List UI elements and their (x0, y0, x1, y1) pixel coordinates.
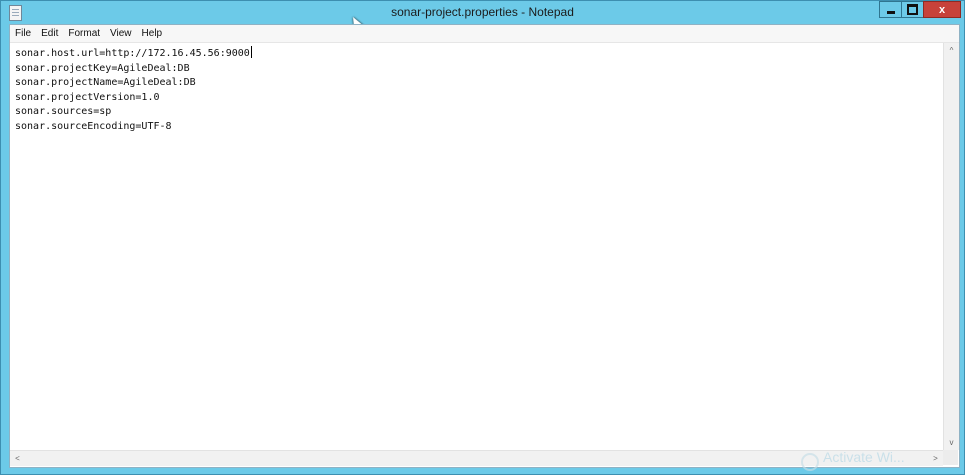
minimize-icon (886, 10, 895, 14)
close-icon: x (938, 3, 946, 16)
text-line: sonar.host.url=http://172.16.45.56:9000 (15, 46, 252, 59)
maximize-button[interactable] (901, 1, 924, 18)
window-title: sonar-project.properties - Notepad (391, 5, 574, 19)
activation-watermark: Activate Wi... (823, 449, 905, 465)
menu-help[interactable]: Help (137, 28, 168, 39)
menu-file[interactable]: File (10, 28, 36, 39)
scroll-up-icon[interactable]: ^ (944, 43, 959, 58)
notepad-window: sonar-project.properties - Notepad x Fil… (0, 0, 965, 475)
minimize-button[interactable] (879, 1, 902, 18)
text-line: sonar.projectKey=AgileDeal:DB (15, 62, 190, 74)
menu-bar: File Edit Format View Help (10, 25, 959, 43)
text-line: sonar.sourceEncoding=UTF-8 (15, 120, 172, 132)
scroll-right-icon[interactable]: > (928, 451, 943, 466)
maximize-icon (907, 4, 918, 15)
text-caret (250, 46, 252, 58)
menu-format[interactable]: Format (63, 28, 105, 39)
title-bar[interactable]: sonar-project.properties - Notepad x (1, 1, 964, 24)
text-line: sonar.sources=sp (15, 106, 112, 117)
vertical-scrollbar[interactable]: ^ v (943, 43, 959, 450)
menu-view[interactable]: View (105, 28, 137, 39)
scroll-left-icon[interactable]: < (10, 451, 25, 466)
scroll-down-icon[interactable]: v (944, 435, 959, 450)
notepad-client: File Edit Format View Help sonar.host.ur… (9, 24, 960, 468)
menu-edit[interactable]: Edit (36, 28, 63, 39)
text-editor[interactable]: sonar.host.url=http://172.16.45.56:9000 … (10, 43, 943, 450)
text-line: sonar.projectName=AgileDeal:DB (15, 77, 196, 88)
text-line: sonar.projectVersion=1.0 (15, 91, 160, 103)
close-button[interactable]: x (923, 1, 961, 18)
scrollbar-corner (943, 450, 958, 465)
